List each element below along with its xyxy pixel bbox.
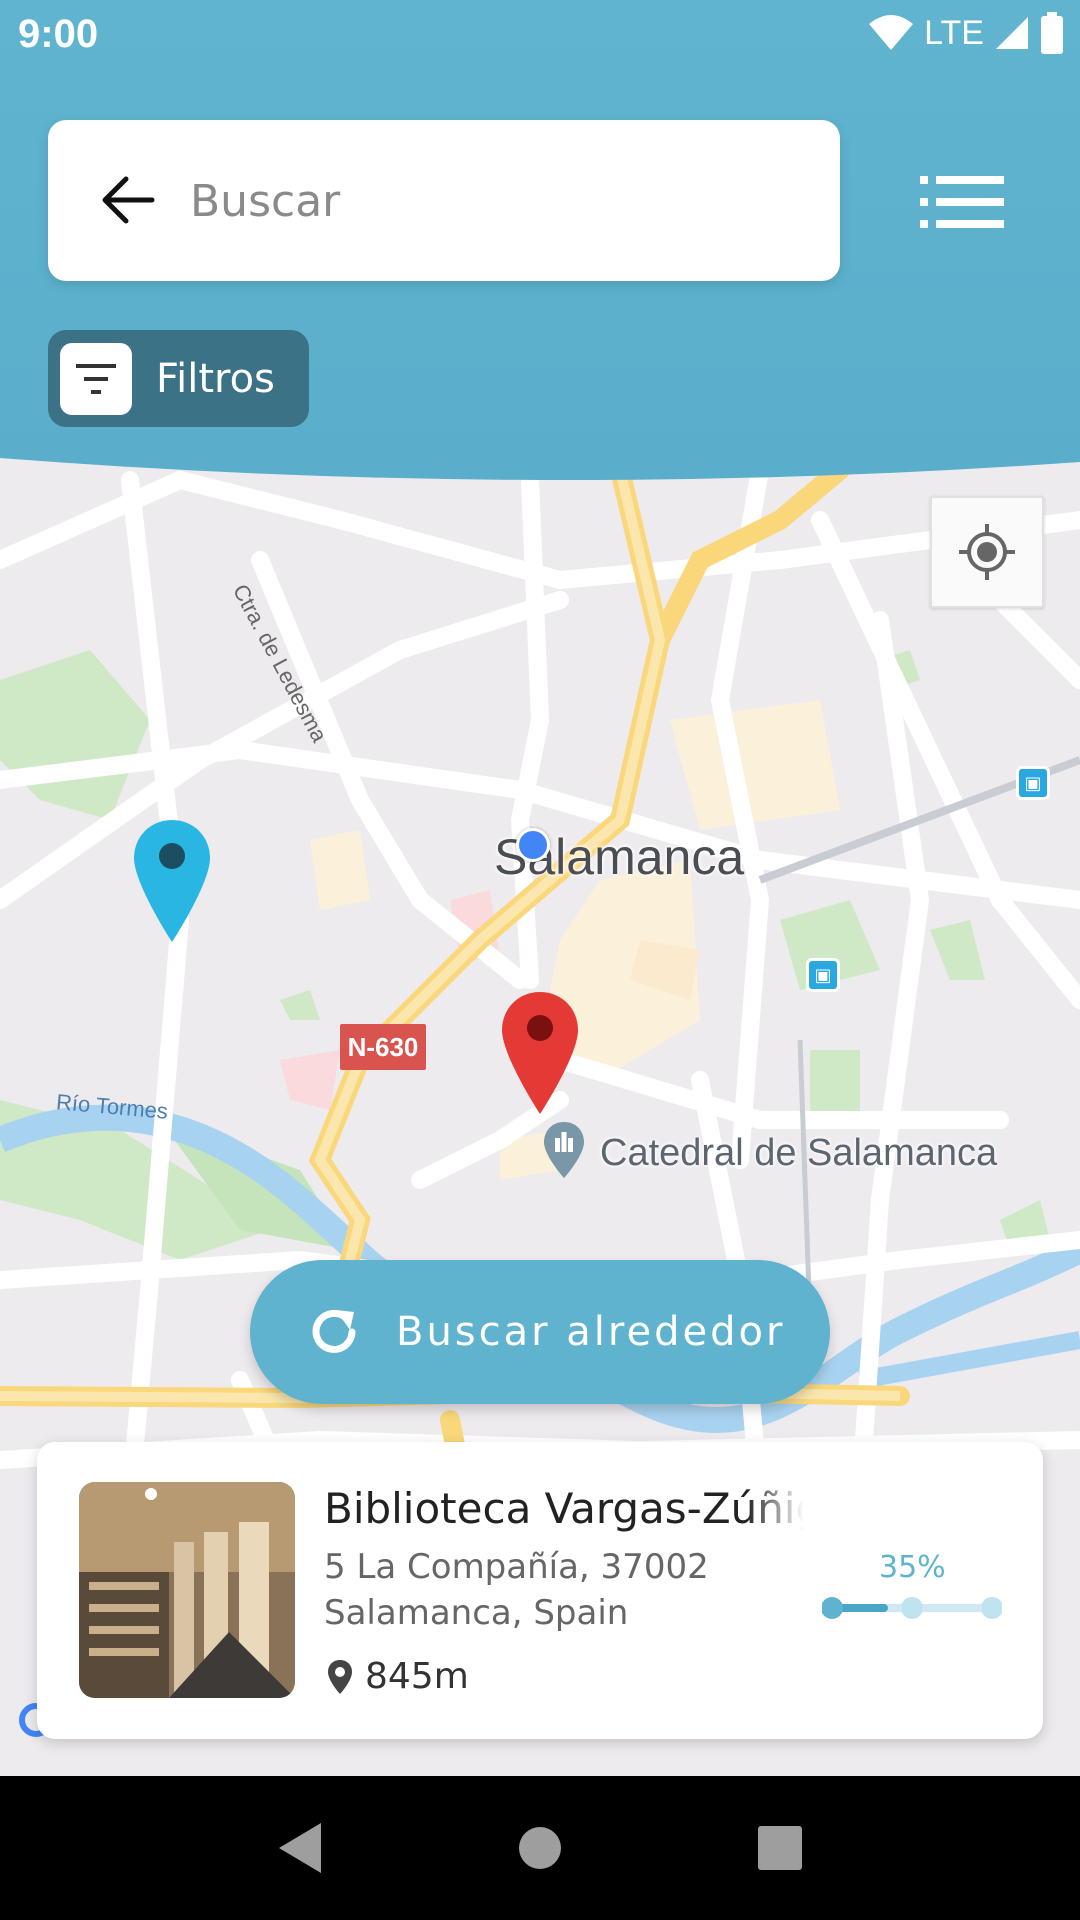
poi-label[interactable]: Catedral de Salamanca (600, 1132, 997, 1175)
signal-icon (996, 17, 1028, 49)
place-address: 5 La Compañía, 37002 Salamanca, Spain (324, 1544, 709, 1636)
list-view-button[interactable] (920, 172, 1004, 232)
home-nav-icon (519, 1827, 561, 1869)
place-title: Biblioteca Vargas-Zúñiga (324, 1484, 804, 1533)
my-location-button[interactable] (930, 496, 1044, 608)
app-header: 9:00 LTE Buscar Filtros (0, 0, 1080, 480)
route-shield: N-630 (340, 1024, 426, 1070)
address-line-1: 5 La Compañía, 37002 (324, 1547, 709, 1587)
occupancy-label: 35% (879, 1550, 946, 1585)
filter-icon (76, 363, 116, 394)
my-location-icon (959, 524, 1015, 580)
wifi-icon (869, 15, 914, 50)
search-input[interactable] (190, 160, 790, 242)
battery-icon (1041, 12, 1063, 54)
status-time: 9:00 (18, 12, 99, 56)
place-thumbnail (79, 1482, 295, 1698)
nav-back-button[interactable] (260, 1808, 340, 1888)
cathedral-poi-icon[interactable] (540, 1120, 588, 1182)
nav-home-button[interactable] (500, 1808, 580, 1888)
system-nav-bar (0, 1776, 1080, 1920)
search-nearby-button[interactable]: Buscar alrededor (250, 1260, 830, 1404)
list-view-icon (920, 176, 1004, 228)
user-location-dot (516, 828, 550, 862)
back-button[interactable] (88, 160, 168, 240)
transit-station-icon[interactable]: ▣ (1016, 766, 1050, 800)
place-card[interactable]: Biblioteca Vargas-Zúñiga 5 La Compañía, … (37, 1442, 1043, 1739)
location-marker-blue[interactable] (132, 818, 212, 944)
occupancy-bar (822, 1597, 1002, 1619)
recents-nav-icon (758, 1826, 802, 1870)
distance-value: 845m (365, 1656, 469, 1697)
location-marker-red[interactable] (500, 990, 580, 1116)
pin-icon (328, 1659, 352, 1694)
network-type: LTE (924, 13, 984, 52)
nav-recents-button[interactable] (740, 1808, 820, 1888)
refresh-icon (312, 1309, 356, 1353)
status-icons: LTE (868, 12, 1064, 54)
arrow-back-icon (102, 176, 155, 224)
search-bar (48, 120, 840, 281)
status-bar: 9:00 LTE (0, 0, 1080, 72)
place-distance: 845m (327, 1656, 469, 1697)
back-nav-icon (279, 1823, 321, 1873)
transit-station-icon[interactable]: ▣ (806, 958, 840, 992)
address-line-2: Salamanca, Spain (324, 1593, 629, 1633)
filters-label: Filtros (156, 355, 275, 402)
search-nearby-label: Buscar alrededor (396, 1309, 786, 1355)
filter-icon-box (60, 342, 132, 415)
filters-button[interactable]: Filtros (48, 330, 309, 427)
